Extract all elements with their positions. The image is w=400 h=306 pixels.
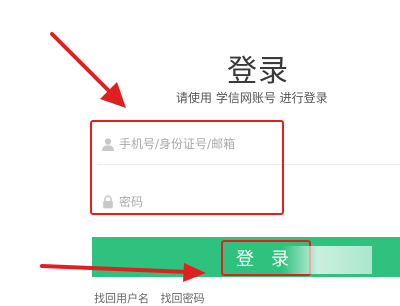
watermark-overlay xyxy=(282,246,372,274)
fields-highlight-box xyxy=(90,120,284,215)
login-panel: 登录 请使用 学信网账号 进行登录 登 录 找回用户名 找回密码 xyxy=(0,0,400,305)
page-title: 登录 xyxy=(227,54,289,89)
footer-links: 找回用户名 找回密码 xyxy=(94,290,213,306)
arrow-to-fields-icon xyxy=(50,32,126,108)
recover-username-link[interactable]: 找回用户名 xyxy=(94,292,149,305)
recover-password-link[interactable]: 找回密码 xyxy=(161,292,205,305)
login-subtitle: 请使用 学信网账号 进行登录 xyxy=(176,91,328,105)
